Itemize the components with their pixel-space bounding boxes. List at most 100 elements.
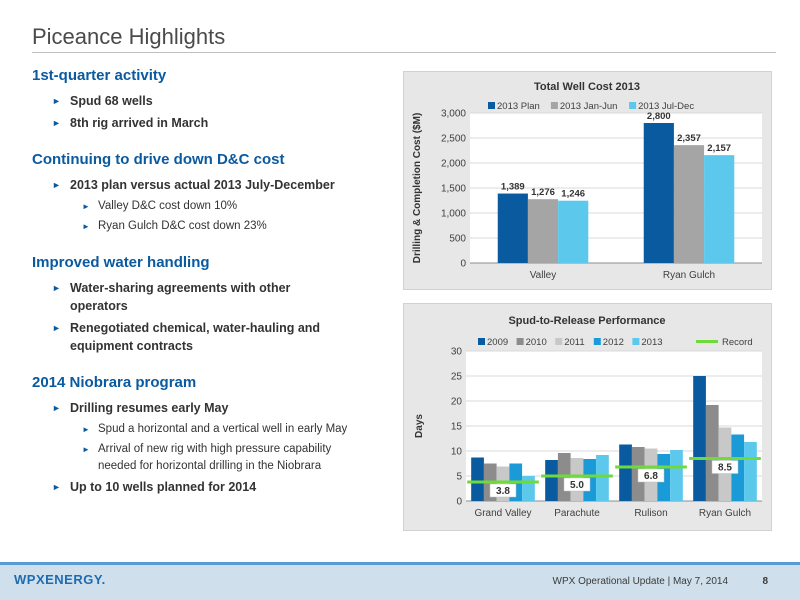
arrow-bullet-icon: ► [52,283,61,293]
total-well-cost-svg: Total Well Cost 2013 0 500 1,000 1,500 2,000 2… [412,81,762,281]
y-tick-label: 20 [451,397,463,408]
spud-to-release-svg: Spud-to-Release Performance 0 5 10 15 20 25 30 D… [414,315,762,519]
record-label: 3.8 [496,486,510,497]
y-tick-label: 25 [451,372,463,383]
bar [705,405,719,501]
bullet-text: Drilling resumes early May [70,401,229,415]
spud-to-release-chart: Spud-to-Release Performance 0 5 10 15 20 25 30 D… [403,303,772,531]
y-axis-label: Days [414,414,425,438]
legend-label: 2013 [641,337,662,348]
data-label: 1,246 [561,189,585,200]
footer-text: WPX Operational Update | May 7, 2014 [552,576,728,587]
section-heading: Continuing to drive down D&C cost [32,151,285,168]
bar [704,155,735,263]
bullet-text: Water-sharing agreements with other oper… [70,281,291,313]
y-tick-label: 10 [451,447,463,458]
x-tick-label: Ryan Gulch [663,270,715,281]
bar [471,457,484,501]
bar [693,376,706,501]
arrow-bullet-icon: ► [82,445,90,454]
bullet: ► 2013 plan versus actual 2013 July-Decem… [52,176,392,194]
bar [497,193,528,263]
data-label: 2,800 [647,111,671,122]
section-dc-cost: Continuing to drive down D&C cost ► 2013 … [32,150,392,235]
arrow-bullet-icon: ► [52,96,61,106]
y-tick-label: 2,000 [441,159,466,170]
x-tick-label: Ryan Gulch [699,508,751,519]
sub-bullet-text: Arrival of new rig with high pressure ca… [98,443,332,472]
y-tick-label: 1,000 [441,209,466,220]
bullet: ► 8th rig arrived in March [52,114,392,132]
bullet-text: Spud 68 wells [70,94,153,108]
wpx-energy-logo: WPXENERGY. [14,572,106,587]
legend-label: 2013 Jul-Dec [638,101,694,112]
bullet-text: Up to 10 wells planned for 2014 [70,480,257,494]
bullet: ► Water-sharing agreements with other ope… [52,279,312,315]
bullet: ► Renegotiated chemical, water-hauling an… [52,319,372,355]
bar [744,442,757,501]
section-niobrara-program: 2014 Niobrara program ► Drilling resumes … [32,373,392,496]
y-tick-label: 2,500 [441,134,466,145]
y-tick-label: 1,500 [441,184,466,195]
arrow-bullet-icon: ► [52,118,61,128]
sub-bullet-text: Ryan Gulch D&C cost down 23% [98,220,267,232]
y-tick-label: 0 [456,497,462,508]
sub-bullet: ► Arrival of new rig with high pressure c… [82,441,372,475]
record-label: 8.5 [718,463,732,474]
section-water-handling: Improved water handling ► Water-sharing a… [32,253,392,355]
legend-label: 2011 [564,337,584,348]
data-label: 1,276 [531,187,555,198]
chart-title: Spud-to-Release Performance [508,315,665,327]
section-heading: Improved water handling [32,254,210,271]
page-title: Piceance Highlights [32,24,226,49]
bar [558,200,589,263]
x-tick-label: Rulison [634,508,667,519]
data-label: 1,389 [501,182,525,193]
sub-bullet: ► Spud a horizontal and a vertical well i… [82,421,392,438]
arrow-bullet-icon: ► [82,425,90,434]
legend-label: 2012 [603,337,624,348]
record-label: 6.8 [644,471,658,482]
y-tick-label: 15 [451,422,463,433]
bar [643,123,674,263]
section-q1-activity: 1st-quarter activity ► Spud 68 wells ► 8th… [32,66,392,132]
arrow-bullet-icon: ► [82,202,90,211]
y-tick-label: 3,000 [441,109,466,120]
legend-swatch [488,102,495,109]
legend-label: Record [722,337,753,348]
legend-label: 2010 [526,337,547,348]
legend-label: 2009 [487,337,508,348]
bar [527,199,559,263]
bar [545,460,558,501]
y-tick-label: 500 [449,234,466,245]
highlights-list: 1st-quarter activity ► Spud 68 wells ► 8th… [32,66,392,500]
chart-title: Total Well Cost 2013 [534,81,640,93]
legend-swatch [478,338,485,345]
arrow-bullet-icon: ► [52,403,61,413]
bullet: ► Drilling resumes early May [52,399,392,417]
bar [596,455,609,501]
arrow-bullet-icon: ► [52,323,61,333]
legend-label: 2013 Jan-Jun [560,101,618,112]
legend-label: 2013 Plan [497,101,540,112]
bullet: ► Up to 10 wells planned for 2014 [52,478,392,496]
bar [670,450,683,501]
bullet: ► Spud 68 wells [52,92,392,110]
bullet-text: 2013 plan versus actual 2013 July-Decemb… [70,178,335,192]
section-heading: 1st-quarter activity [32,67,167,84]
sub-bullet-text: Valley D&C cost down 10% [98,200,238,212]
data-label: 2,157 [707,143,731,154]
title-divider [32,52,776,53]
total-well-cost-chart: Total Well Cost 2013 0 500 1,000 1,500 2,000 2… [403,71,772,290]
y-tick-label: 30 [451,347,463,358]
sub-bullet: ► Ryan Gulch D&C cost down 23% [82,218,392,235]
bar [619,444,632,501]
x-tick-label: Valley [530,270,557,281]
legend-swatch [632,338,640,345]
bar [522,476,535,501]
sub-bullet: ► Valley D&C cost down 10% [82,198,392,215]
y-tick-label: 0 [460,259,466,270]
footer-bar: WPXENERGY. WPX Operational Update | May … [0,562,800,600]
arrow-bullet-icon: ► [82,222,90,231]
x-tick-label: Grand Valley [474,508,531,519]
